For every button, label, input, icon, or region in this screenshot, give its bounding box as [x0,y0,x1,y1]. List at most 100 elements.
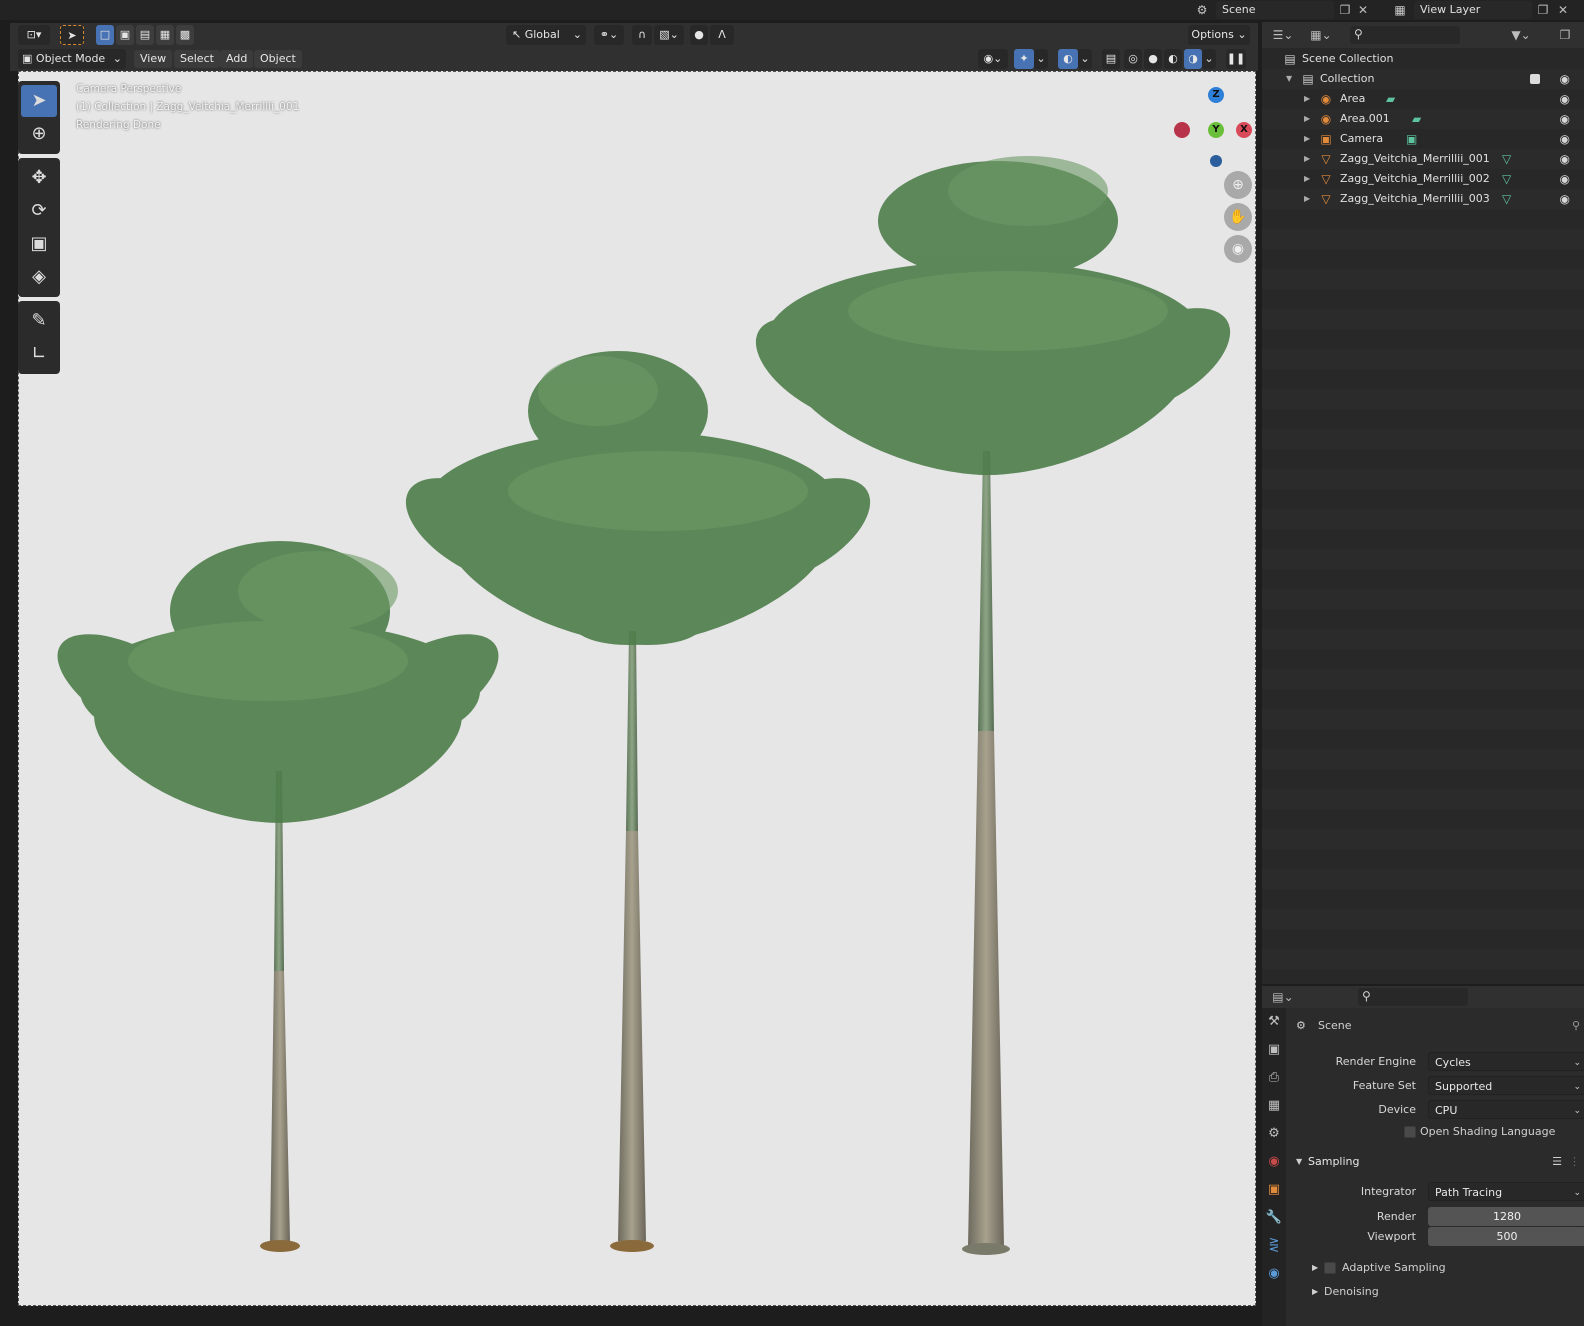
mesh-data-icon[interactable]: ▽ [1502,169,1511,189]
expand-icon[interactable]: ▶ [1304,149,1310,169]
outliner-collection[interactable]: ▼ ▤ Collection ◉ [1262,69,1584,89]
rendered-shading-icon[interactable]: ◑ [1184,49,1202,69]
xray-icon[interactable]: ▤ [1102,49,1120,69]
properties-search-input[interactable]: ⚲ [1358,988,1468,1006]
move-icon[interactable]: ✥ [21,162,57,194]
scene-name-field[interactable]: Scene [1216,1,1334,19]
cursor-icon[interactable]: ⊕ [21,118,57,150]
menu-select[interactable]: Select [174,50,220,68]
collapse-icon[interactable]: ▼ [1296,1152,1302,1172]
eye-icon[interactable]: ◉ [1560,69,1570,89]
render-tab-icon[interactable]: ▣ [1262,1036,1286,1064]
axis-neg-x[interactable] [1174,122,1190,138]
eye-icon[interactable]: ◉ [1560,109,1570,129]
filter-icon[interactable]: ▼⌄ [1506,26,1536,44]
pivot-point-icon[interactable]: ⚭⌄ [594,25,624,45]
display-mode-icon[interactable]: ▦⌄ [1306,26,1336,44]
editor-type-icon[interactable]: ▤⌄ [1268,988,1298,1006]
zoom-icon[interactable]: ⊕ [1224,171,1252,199]
expand-icon[interactable]: ▶ [1304,109,1310,129]
axis-z[interactable]: Z [1208,87,1224,103]
device-dropdown[interactable]: CPU ⌄ [1428,1100,1584,1119]
eye-icon[interactable]: ◉ [1560,169,1570,189]
editor-type-icon[interactable]: ☰⌄ [1268,26,1298,44]
mode-dropdown[interactable]: ▣ Object Mode ⌄ [18,49,126,69]
outliner-item[interactable]: ▶ ◉ Area.001 ▰ ◉ [1262,109,1584,129]
outliner-scene-collection[interactable]: ▤ Scene Collection [1262,49,1584,69]
osl-checkbox[interactable] [1404,1126,1416,1138]
viewport-samples-field[interactable]: 500 [1428,1227,1584,1246]
drag-handle-icon[interactable]: ⋮ [1569,1152,1580,1172]
measure-icon[interactable]: ∟ [21,338,57,370]
mode-invert-icon[interactable]: ▦ [156,25,174,45]
mode-subtract-icon[interactable]: ▤ [136,25,154,45]
outliner-item[interactable]: ▶ ▽ Zagg_Veitchia_Merrillii_001 ▽ ◉ [1262,149,1584,169]
snap-icon[interactable]: ∩ [632,25,652,45]
axis-y[interactable]: Y [1208,122,1224,138]
outliner-item[interactable]: ▶ ▽ Zagg_Veitchia_Merrillii_002 ▽ ◉ [1262,169,1584,189]
eye-icon[interactable]: ◉ [1560,129,1570,149]
visibility-icon[interactable]: ◉⌄ [978,49,1008,69]
pause-render-icon[interactable]: ❚❚ [1226,49,1246,69]
material-shading-icon[interactable]: ◐ [1164,49,1182,69]
expand-icon[interactable]: ▶ [1312,1258,1318,1278]
exclude-checkbox[interactable] [1530,74,1540,84]
output-tab-icon[interactable]: ⎙ [1262,1064,1286,1092]
expand-icon[interactable]: ▼ [1286,69,1292,89]
scene-tab-icon[interactable]: ⚙ [1262,1120,1286,1148]
adaptive-sampling-checkbox[interactable] [1324,1262,1336,1274]
expand-icon[interactable]: ▶ [1304,89,1310,109]
scene-selector[interactable]: ⚙ Scene ❐ ✕ [1190,1,1372,19]
integrator-dropdown[interactable]: Path Tracing ⌄ [1428,1182,1584,1201]
mode-extend-icon[interactable]: ▣ [116,25,134,45]
eye-icon[interactable]: ◉ [1560,89,1570,109]
modifier-tab-icon[interactable]: 🔧 [1262,1204,1286,1232]
pan-hand-icon[interactable]: ✋ [1224,203,1252,231]
expand-icon[interactable]: ▶ [1304,169,1310,189]
mode-new-icon[interactable]: □ [96,25,114,45]
annotate-icon[interactable]: ✎ [21,305,57,337]
render-engine-dropdown[interactable]: Cycles ⌄ [1428,1052,1584,1071]
editor-type-icon[interactable]: ⊡▾ [18,25,50,45]
view-layer-name-field[interactable]: View Layer [1414,1,1532,19]
eye-icon[interactable]: ◉ [1560,189,1570,209]
chevron-down-icon[interactable]: ⌄ [1078,49,1092,69]
mesh-data-icon[interactable]: ▽ [1502,149,1511,169]
expand-icon[interactable]: ▶ [1312,1282,1318,1302]
physics-tab-icon[interactable]: ◉ [1262,1260,1286,1288]
outliner-search-input[interactable]: ⚲ [1350,26,1460,44]
wireframe-shading-icon[interactable]: ◎ [1124,49,1142,69]
new-collection-icon[interactable]: ❐ [1556,26,1574,44]
view-layer-tab-icon[interactable]: ▦ [1262,1092,1286,1120]
mesh-data-icon[interactable]: ▽ [1502,189,1511,209]
axis-neg-z[interactable] [1210,155,1222,167]
select-box-icon[interactable]: ➤ [21,85,57,117]
rotate-icon[interactable]: ⟳ [21,195,57,227]
camera-view-icon[interactable]: ◉ [1224,235,1252,263]
denoising-row[interactable]: ▶ Denoising [1288,1282,1584,1302]
navigation-gizmo[interactable]: Z Y X ⊕ ✋ ◉ [1166,77,1256,277]
3d-viewport[interactable]: Camera Perspective (1) Collection | Zagg… [18,71,1256,1306]
tool-tab-icon[interactable]: ⚒ [1262,1008,1286,1036]
falloff-icon[interactable]: Λ [710,25,734,45]
gizmo-toggle-icon[interactable]: ✦ [1014,49,1034,69]
menu-add[interactable]: Add [220,50,254,68]
adaptive-sampling-row[interactable]: ▶ Adaptive Sampling [1288,1258,1584,1278]
solid-shading-icon[interactable]: ● [1144,49,1162,69]
menu-view[interactable]: View [134,50,173,68]
snap-target-icon[interactable]: ▧⌄ [654,25,684,45]
render-samples-field[interactable]: 1280 [1428,1207,1584,1226]
presets-list-icon[interactable]: ☰ [1552,1152,1562,1172]
proportional-edit-icon[interactable]: ● [690,25,708,45]
orientation-dropdown[interactable]: ↖ Global ⌄ [506,25,586,45]
chevron-down-icon[interactable]: ⌄ [1202,49,1216,69]
world-tab-icon[interactable]: ◉ [1262,1148,1286,1176]
outliner-item[interactable]: ▶ ▣ Camera ▣ ◉ [1262,129,1584,149]
outliner-item[interactable]: ▶ ▽ Zagg_Veitchia_Merrillii_003 ▽ ◉ [1262,189,1584,209]
mode-intersect-icon[interactable]: ▩ [176,25,194,45]
menu-object[interactable]: Object [254,50,302,68]
transform-icon[interactable]: ◈ [21,261,57,293]
sampling-panel-header[interactable]: ▼ Sampling ☰ ⋮ [1288,1152,1584,1174]
object-tab-icon[interactable]: ▣ [1262,1176,1286,1204]
new-view-layer-icon[interactable]: ❐ [1534,1,1552,19]
